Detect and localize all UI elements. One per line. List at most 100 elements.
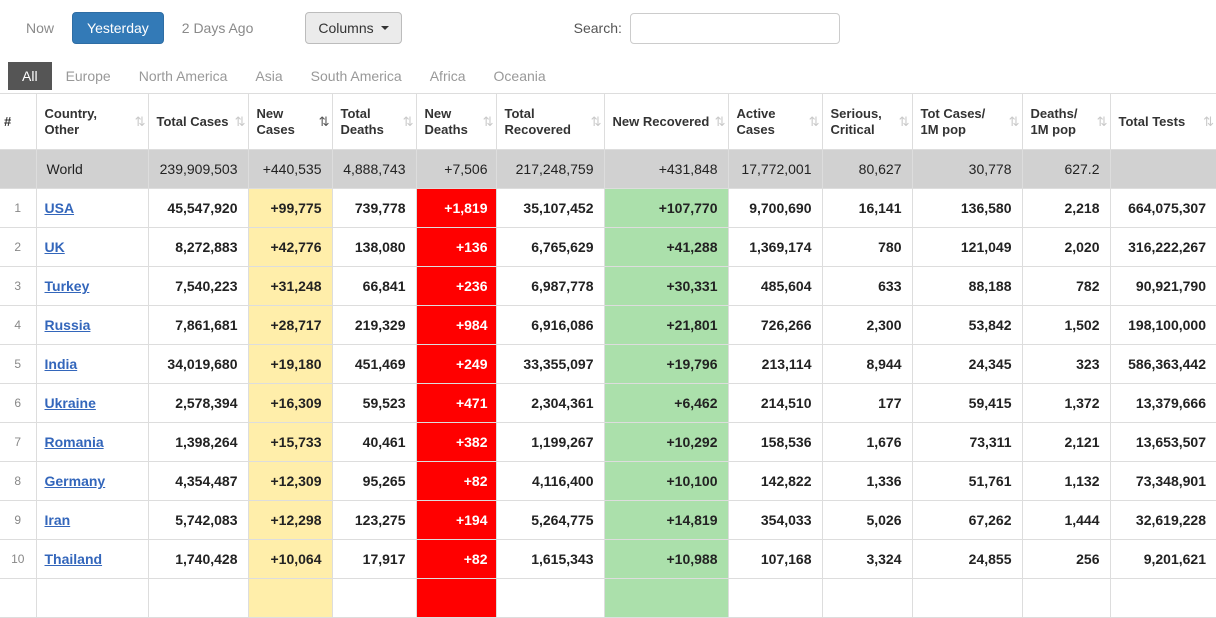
- total-tests-cell: 198,100,000: [1109, 305, 1216, 345]
- total-cases-cell: 1,398,264: [147, 422, 249, 462]
- active-cases-cell: 142,822: [727, 461, 823, 501]
- new-recovered-cell: +10,100: [603, 461, 729, 501]
- serious-critical-cell: 80,627: [821, 149, 913, 189]
- tab-africa[interactable]: Africa: [416, 62, 480, 90]
- tab-oceania[interactable]: Oceania: [480, 62, 560, 90]
- total-cases-cell: [147, 578, 249, 618]
- tot-cases-1m-cell: 51,761: [911, 461, 1023, 501]
- total-recovered-cell: [495, 578, 605, 618]
- serious-critical-cell: 1,676: [821, 422, 913, 462]
- rank-cell: [0, 149, 37, 189]
- new-recovered-cell: +10,292: [603, 422, 729, 462]
- column-header-total-cases[interactable]: Total Cases ⇅: [147, 93, 249, 150]
- total-recovered-cell: 35,107,452: [495, 188, 605, 228]
- new-deaths-cell: +984: [415, 305, 497, 345]
- two-days-ago-button[interactable]: 2 Days Ago: [178, 14, 258, 42]
- table-row: 10 Thailand 1,740,428 +10,064 17,917 +82 1,615…: [0, 539, 1216, 579]
- country-link[interactable]: Russia: [45, 317, 91, 333]
- country-cell: Russia: [35, 305, 149, 345]
- yesterday-button[interactable]: Yesterday: [72, 12, 164, 44]
- deaths-1m-cell: 1,132: [1021, 461, 1111, 501]
- country-cell: Germany: [35, 461, 149, 501]
- column-header-tot-cases-1m[interactable]: Tot Cases/ 1M pop ⇅: [911, 93, 1023, 150]
- column-header-label: Total Deaths: [340, 105, 384, 137]
- search-input[interactable]: [629, 12, 840, 44]
- tab-all[interactable]: All: [8, 62, 52, 90]
- tab-europe[interactable]: Europe: [52, 62, 125, 90]
- total-tests-cell: [1109, 149, 1216, 189]
- column-header-total-tests[interactable]: Total Tests ⇅: [1109, 93, 1216, 150]
- total-deaths-cell: 138,080: [331, 227, 417, 267]
- country-link[interactable]: India: [45, 356, 78, 372]
- column-header-deaths-1m[interactable]: Deaths/ 1M pop ⇅: [1021, 93, 1111, 150]
- column-header-country[interactable]: Country, Other ⇅: [35, 93, 149, 150]
- tab-north-america[interactable]: North America: [125, 62, 242, 90]
- new-deaths-cell: +82: [415, 539, 497, 579]
- deaths-1m-cell: [1021, 578, 1111, 618]
- country-link[interactable]: UK: [45, 239, 65, 255]
- country-link[interactable]: Iran: [45, 512, 71, 528]
- total-tests-cell: 664,075,307: [1109, 188, 1216, 228]
- column-header-active-cases[interactable]: Active Cases ⇅: [727, 93, 823, 150]
- total-deaths-cell: 59,523: [331, 383, 417, 423]
- columns-dropdown-label: Columns: [318, 20, 374, 36]
- tab-south-america[interactable]: South America: [297, 62, 416, 90]
- new-recovered-cell: +14,819: [603, 500, 729, 540]
- column-header-total-recovered[interactable]: Total Recovered ⇅: [495, 93, 605, 150]
- total-cases-cell: 7,540,223: [147, 266, 249, 306]
- column-header-label: Total Recovered: [504, 105, 571, 137]
- deaths-1m-cell: 627.2: [1021, 149, 1111, 189]
- active-cases-cell: 9,700,690: [727, 188, 823, 228]
- now-button[interactable]: Now: [22, 14, 58, 42]
- total-recovered-cell: 1,199,267: [495, 422, 605, 462]
- new-cases-cell: +440,535: [247, 149, 333, 189]
- table-row: 5 India 34,019,680 +19,180 451,469 +249 33,355…: [0, 344, 1216, 384]
- active-cases-cell: 158,536: [727, 422, 823, 462]
- total-deaths-cell: 17,917: [331, 539, 417, 579]
- country-link[interactable]: Romania: [45, 434, 104, 450]
- active-cases-cell: 354,033: [727, 500, 823, 540]
- country-link[interactable]: USA: [45, 200, 75, 216]
- covid-stats-table: # Country, Other ⇅ Total Cases ⇅ New Cases ⇅ To…: [0, 93, 1216, 618]
- total-recovered-cell: 33,355,097: [495, 344, 605, 384]
- columns-dropdown-button[interactable]: Columns: [305, 12, 402, 44]
- total-deaths-cell: 40,461: [331, 422, 417, 462]
- column-header-label: Active Cases: [736, 105, 776, 137]
- deaths-1m-cell: 1,502: [1021, 305, 1111, 345]
- total-deaths-cell: 66,841: [331, 266, 417, 306]
- column-header-total-deaths[interactable]: Total Deaths ⇅: [331, 93, 417, 150]
- total-recovered-cell: 6,916,086: [495, 305, 605, 345]
- serious-critical-cell: 3,324: [821, 539, 913, 579]
- tab-asia[interactable]: Asia: [241, 62, 296, 90]
- column-header-new-cases[interactable]: New Cases ⇅: [247, 93, 333, 150]
- total-deaths-cell: 219,329: [331, 305, 417, 345]
- new-deaths-cell: +471: [415, 383, 497, 423]
- total-recovered-cell: 2,304,361: [495, 383, 605, 423]
- table-row: 4 Russia 7,861,681 +28,717 219,329 +984 6,916,…: [0, 305, 1216, 345]
- country-link[interactable]: Ukraine: [45, 395, 96, 411]
- total-deaths-cell: 95,265: [331, 461, 417, 501]
- table-row: 1 USA 45,547,920 +99,775 739,778 +1,819 35,107…: [0, 188, 1216, 228]
- column-header-new-recovered[interactable]: New Recovered ⇅: [603, 93, 729, 150]
- sort-icon: ⇅: [1008, 113, 1020, 129]
- new-cases-cell: +15,733: [247, 422, 333, 462]
- new-cases-cell: +12,298: [247, 500, 333, 540]
- sort-icon: ⇅: [234, 113, 246, 129]
- new-recovered-cell: +6,462: [603, 383, 729, 423]
- country-cell: [35, 578, 149, 618]
- column-header-label: New Cases: [256, 105, 295, 137]
- active-cases-cell: 485,604: [727, 266, 823, 306]
- country-link[interactable]: Germany: [45, 473, 106, 489]
- active-cases-cell: 17,772,001: [727, 149, 823, 189]
- country-link[interactable]: Thailand: [45, 551, 103, 567]
- deaths-1m-cell: 323: [1021, 344, 1111, 384]
- new-cases-cell: +10,064: [247, 539, 333, 579]
- new-deaths-cell: +136: [415, 227, 497, 267]
- column-header-new-deaths[interactable]: New Deaths ⇅: [415, 93, 497, 150]
- country-link[interactable]: Turkey: [45, 278, 90, 294]
- country-cell: Ukraine: [35, 383, 149, 423]
- total-recovered-cell: 6,987,778: [495, 266, 605, 306]
- deaths-1m-cell: 256: [1021, 539, 1111, 579]
- column-header-serious-critical[interactable]: Serious, Critical ⇅: [821, 93, 913, 150]
- total-tests-cell: 586,363,442: [1109, 344, 1216, 384]
